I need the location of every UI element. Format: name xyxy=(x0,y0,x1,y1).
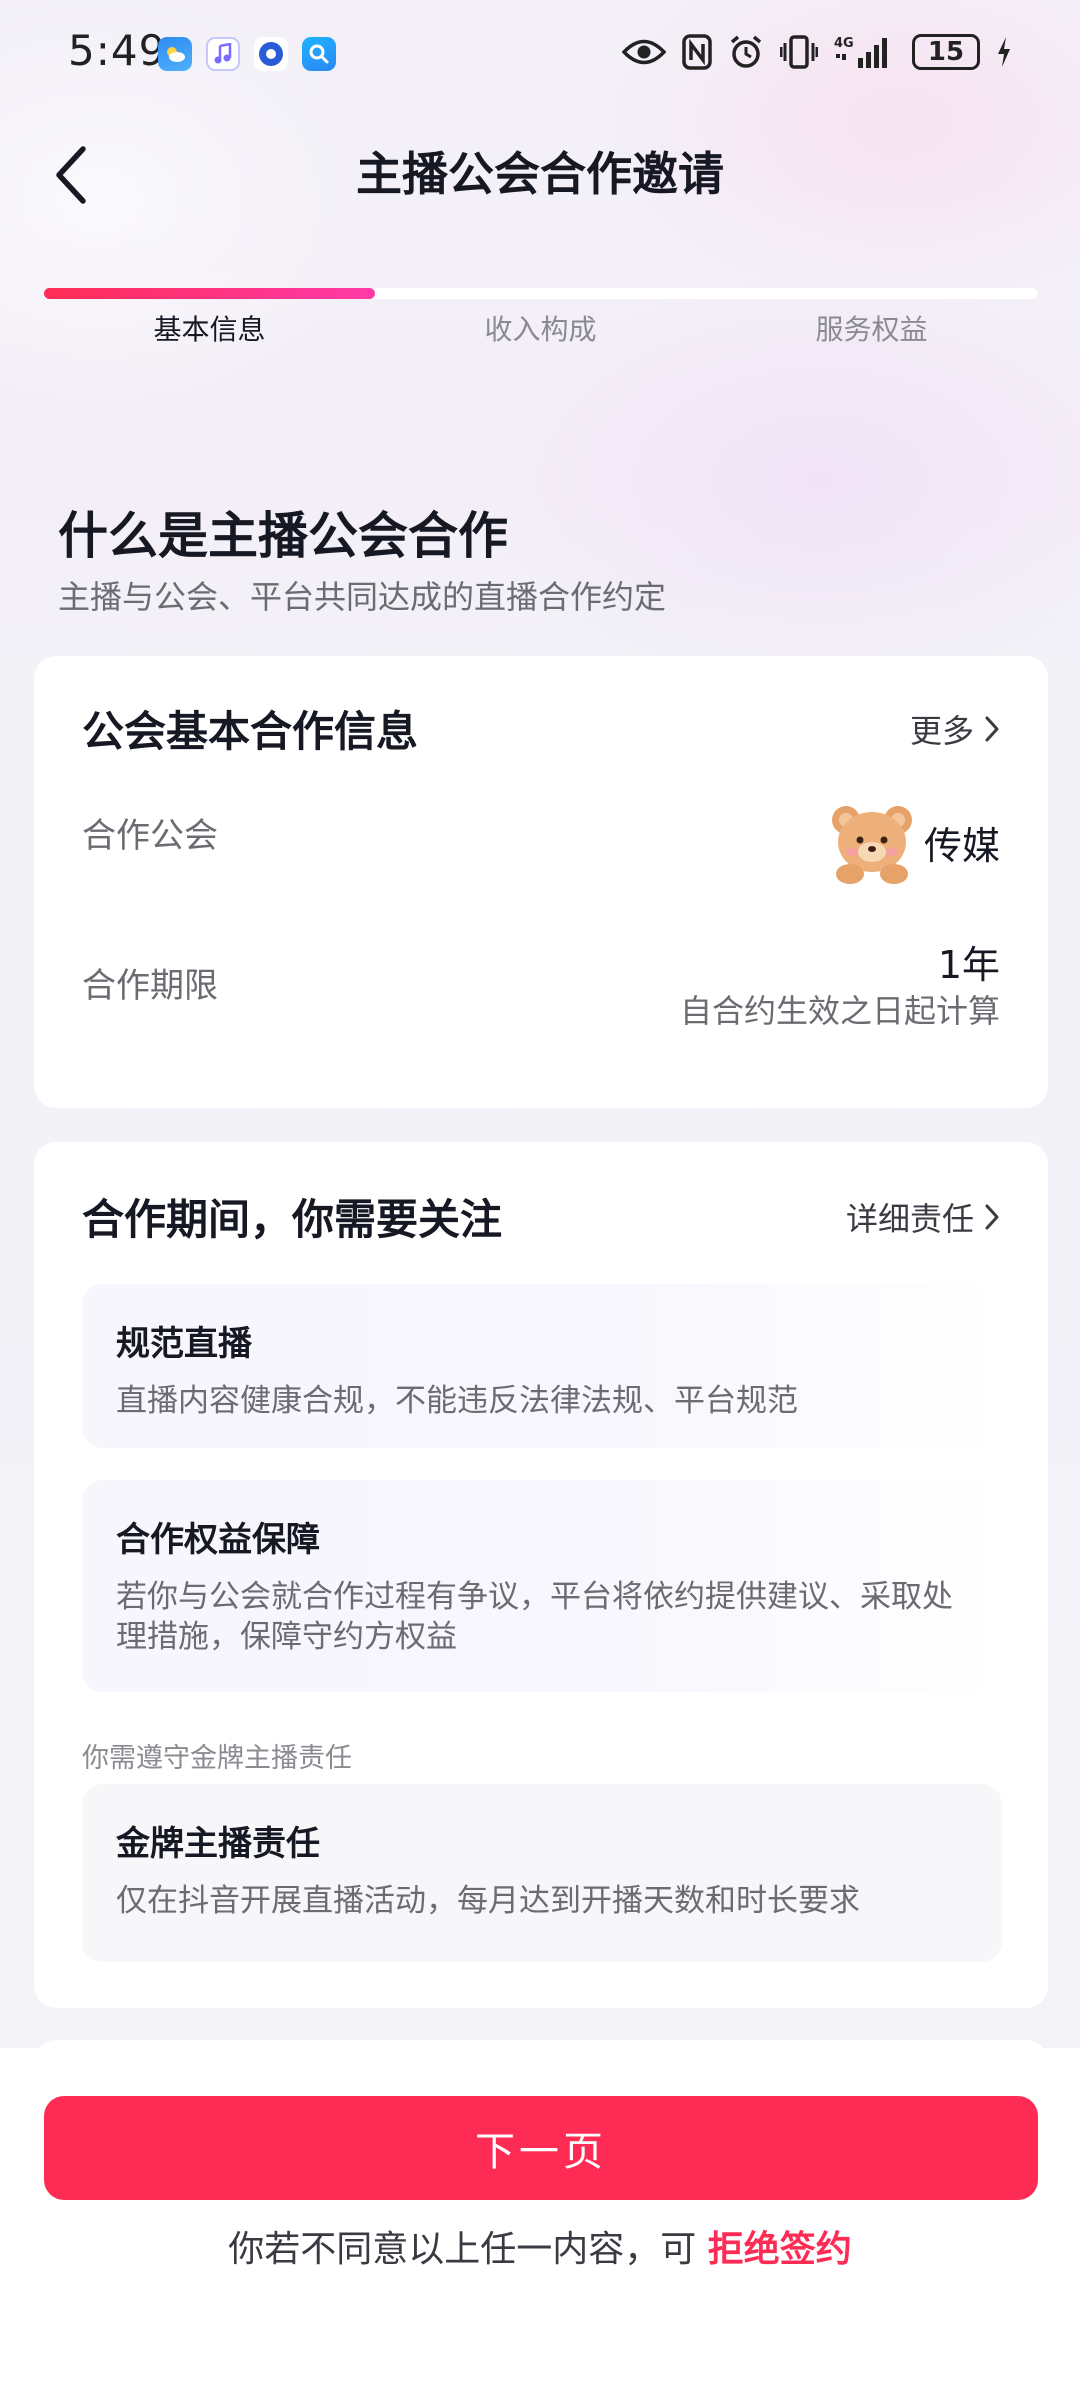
weather-app-icon xyxy=(158,37,192,71)
battery-indicator: 15 xyxy=(912,34,980,70)
basic-info-card: 公会基本合作信息 更多 合作公会 传媒 合作期限 1年 自合约生效之日起计算 xyxy=(34,656,1048,1108)
charging-icon xyxy=(996,32,1012,72)
status-time: 5:49 xyxy=(68,26,167,75)
intro-subtitle: 主播与公会、平台共同达成的直播合作约定 xyxy=(58,578,667,616)
detail-responsibility-link[interactable]: 详细责任 xyxy=(846,1194,1000,1240)
disagree-text: 你若不同意以上任一内容，可 拒绝签约 xyxy=(0,2220,1080,2272)
disagree-label: 你若不同意以上任一内容，可 xyxy=(228,2229,697,2270)
notification-icons xyxy=(158,37,336,71)
reject-sign-link[interactable]: 拒绝签约 xyxy=(708,2229,852,2270)
intro-title: 什么是主播公会合作 xyxy=(58,507,508,565)
next-page-button[interactable]: 下一页 xyxy=(44,2096,1038,2200)
attention-card: 合作期间，你需要关注 详细责任 规范直播 直播内容健康合规，不能违反法律法规、平… xyxy=(34,1142,1048,2008)
alarm-icon xyxy=(728,32,764,72)
nfc-icon xyxy=(682,32,712,72)
step-progress-fill xyxy=(44,288,375,299)
detail-label: 详细责任 xyxy=(845,1200,974,1238)
signal-icon: 4G xyxy=(834,32,896,72)
status-bar: 5:49 4G 15 xyxy=(0,0,1080,110)
period-value: 1年 xyxy=(937,943,1000,987)
guild-label: 合作公会 xyxy=(82,816,218,856)
step-income[interactable]: 收入构成 xyxy=(375,308,706,348)
guild-info[interactable]: 传媒 xyxy=(824,798,1000,886)
message-app-icon xyxy=(254,37,288,71)
attention-item-rights: 合作权益保障 若你与公会就合作过程有争议，平台将依约提供建议、采取处理措施，保障… xyxy=(82,1480,1002,1692)
guild-name: 传媒 xyxy=(923,823,1000,868)
search-app-icon xyxy=(302,37,336,71)
attention-item-title: 规范直播 xyxy=(116,1324,252,1364)
gold-desc: 仅在抖音开展直播活动，每月达到开播天数和时长要求 xyxy=(116,1883,860,1919)
gold-hint: 你需遵守金牌主播责任 xyxy=(82,1743,352,1774)
status-right: 4G 15 xyxy=(622,32,1012,72)
attention-title: 合作期间，你需要关注 xyxy=(82,1195,503,1244)
step-service-rights[interactable]: 服务权益 xyxy=(706,308,1037,348)
page-title: 主播公会合作邀请 xyxy=(356,147,724,201)
period-label: 合作期限 xyxy=(82,966,218,1006)
period-note: 自合约生效之日起计算 xyxy=(679,992,1000,1030)
gold-title: 金牌主播责任 xyxy=(116,1824,320,1864)
attention-item-title: 合作权益保障 xyxy=(116,1520,320,1560)
eye-icon xyxy=(622,32,666,72)
vibrate-icon xyxy=(780,32,818,72)
step-progress-track xyxy=(44,288,1038,299)
more-label: 更多 xyxy=(909,712,974,750)
more-link[interactable]: 更多 xyxy=(910,706,1000,752)
chevron-right-icon xyxy=(985,716,999,742)
attention-item-desc: 若你与公会就合作过程有争议，平台将依约提供建议、采取处理措施，保障守约方权益 xyxy=(116,1579,953,1656)
bear-avatar-icon xyxy=(831,806,912,884)
svg-text:4G: 4G xyxy=(834,36,854,51)
gold-anchor-card: 金牌主播责任 仅在抖音开展直播活动，每月达到开播天数和时长要求 xyxy=(82,1784,1002,1962)
attention-item-standard-live: 规范直播 直播内容健康合规，不能违反法律法规、平台规范 xyxy=(82,1284,1002,1448)
music-app-icon xyxy=(206,37,240,71)
chevron-right-icon xyxy=(985,1204,999,1230)
attention-item-desc: 直播内容健康合规，不能违反法律法规、平台规范 xyxy=(116,1383,798,1419)
step-basic-info[interactable]: 基本信息 xyxy=(44,308,375,348)
basic-info-title: 公会基本合作信息 xyxy=(82,707,419,756)
